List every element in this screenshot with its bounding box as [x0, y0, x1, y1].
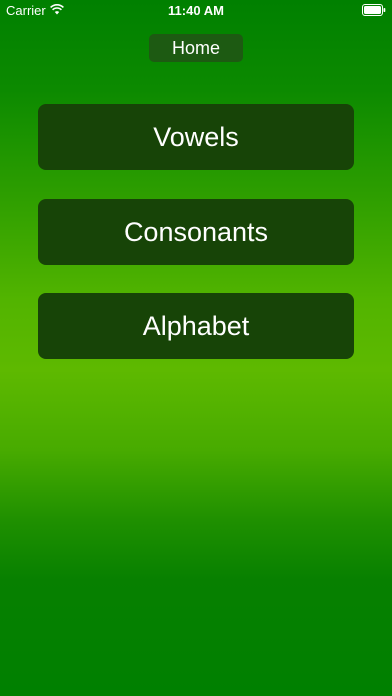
battery-icon	[362, 4, 386, 16]
status-bar: Carrier 11:40 AM	[0, 0, 392, 20]
alphabet-button[interactable]: Alphabet	[38, 293, 354, 359]
page-title: Home	[171, 37, 220, 58]
alphabet-button-label: Alphabet	[142, 310, 250, 341]
consonants-button-label: Consonants	[123, 216, 269, 247]
consonants-button[interactable]: Consonants	[38, 199, 354, 265]
home-title-pill: Home	[149, 34, 243, 62]
vowels-button-label: Vowels	[153, 121, 239, 152]
status-time: 11:40 AM	[168, 3, 224, 18]
vowels-button[interactable]: Vowels	[38, 104, 354, 170]
